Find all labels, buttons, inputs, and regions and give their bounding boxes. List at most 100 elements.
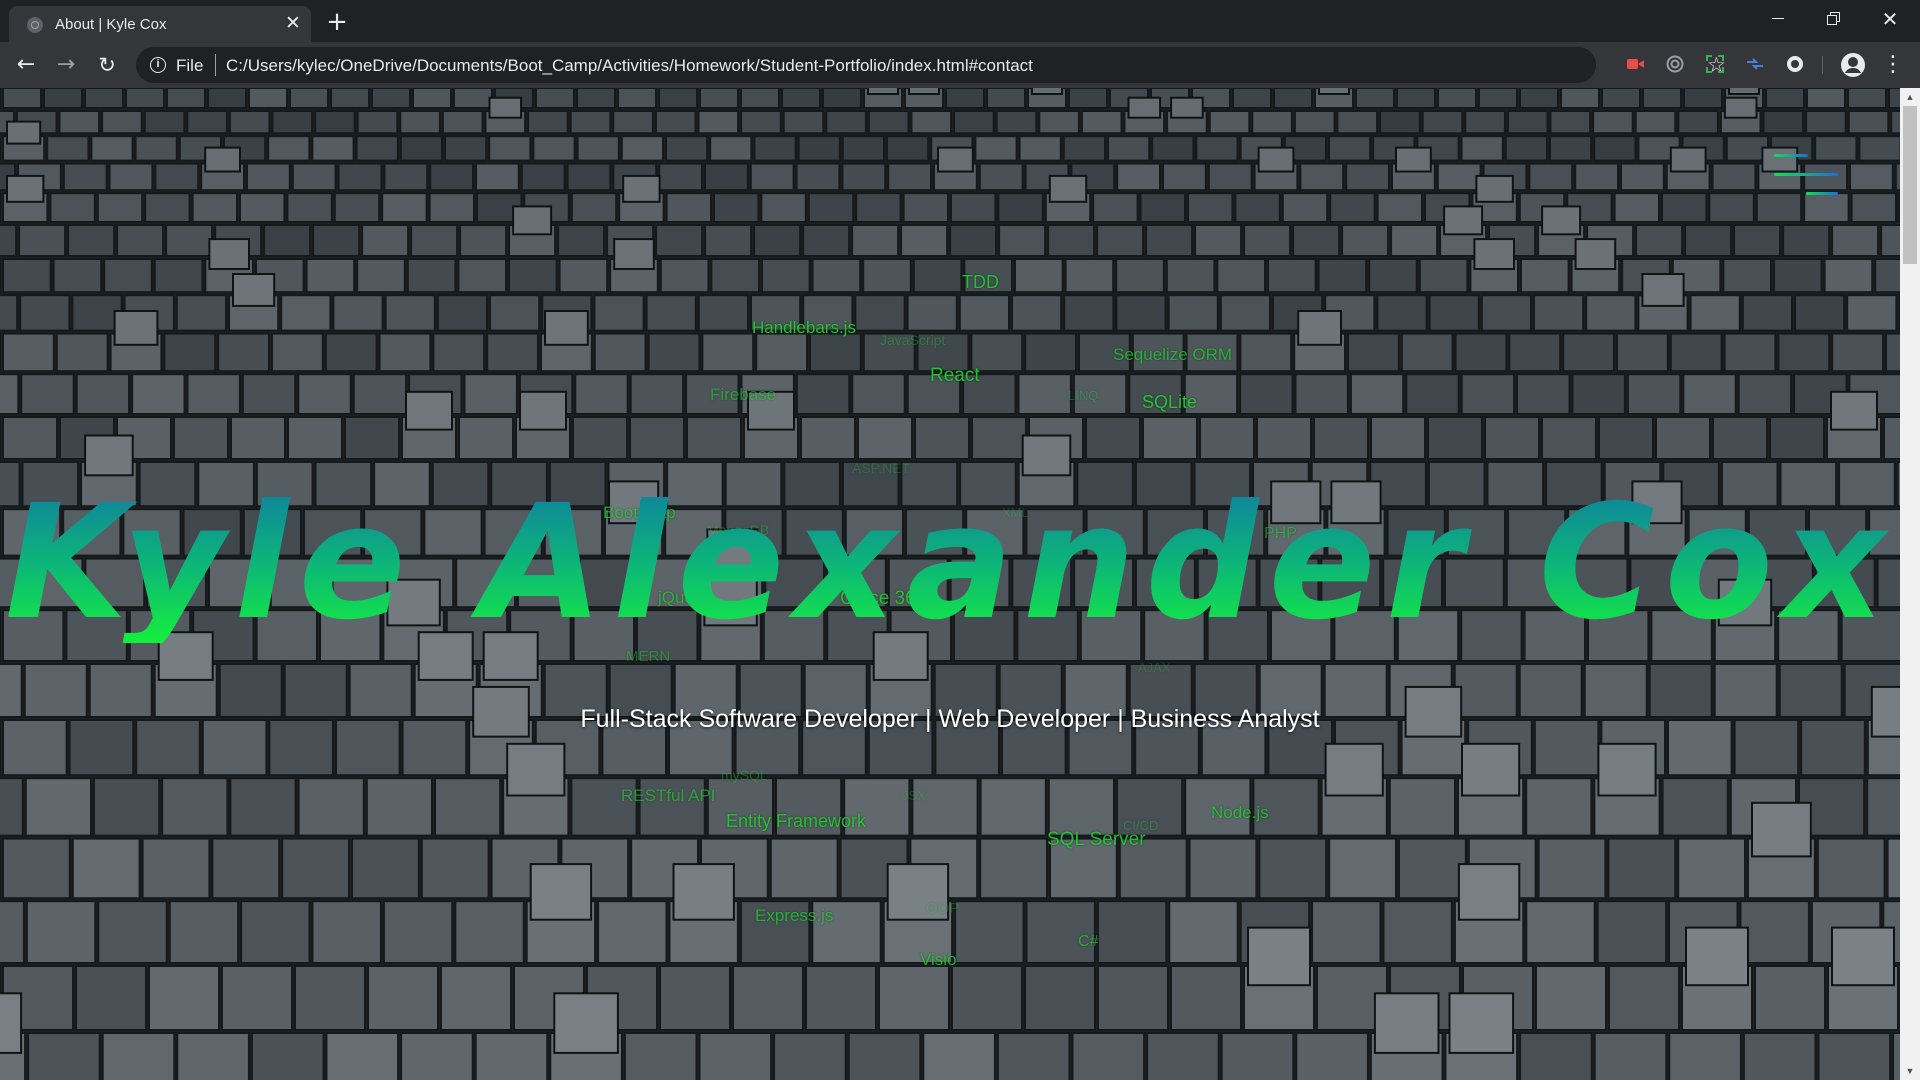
forward-button[interactable]: → xyxy=(50,49,82,81)
cube-tile xyxy=(950,192,997,223)
cube-tile xyxy=(2,837,71,900)
cube-tile xyxy=(1085,416,1141,460)
cube-tile xyxy=(1258,837,1328,900)
skill-tag: JSX xyxy=(902,788,926,803)
cube-tile xyxy=(1549,135,1593,162)
cube-tile xyxy=(1096,224,1145,257)
profile-avatar-icon[interactable] xyxy=(1840,52,1866,78)
cube-tile xyxy=(709,135,753,162)
browser-menu-icon[interactable]: ⋮ xyxy=(1882,51,1904,79)
cube-tile xyxy=(986,88,1026,109)
back-button[interactable]: ← xyxy=(10,49,42,81)
cube-tile xyxy=(1096,900,1168,965)
scroll-up-arrow[interactable]: ▲ xyxy=(1904,90,1916,104)
extension-screenshot-icon[interactable] xyxy=(1705,54,1725,74)
cube-tile xyxy=(241,373,297,416)
restore-button[interactable] xyxy=(1806,0,1862,38)
raised-cube xyxy=(1461,742,1521,797)
skill-tag: LINQ xyxy=(1068,388,1099,403)
cube-tile xyxy=(887,162,933,192)
raised-cube xyxy=(1373,992,1440,1054)
cube-tile xyxy=(1585,294,1637,332)
cube-tile xyxy=(1506,110,1549,135)
cube-tile xyxy=(1273,88,1313,109)
cube-tile xyxy=(953,110,995,135)
cube-tile xyxy=(1528,162,1574,192)
extension-headphones-icon[interactable] xyxy=(1665,54,1685,74)
reload-button[interactable]: ↻ xyxy=(91,49,123,81)
page-viewport: TDD Handlebars.js JavaScript Sequelize ORM R… xyxy=(0,88,1900,1080)
cube-tile xyxy=(1047,224,1096,257)
scrollbar-thumb[interactable] xyxy=(1903,106,1917,264)
cube-tile xyxy=(1207,162,1253,192)
cube-tile xyxy=(912,258,963,294)
cube-tile xyxy=(312,224,361,257)
tab-title: About | Kyle Cox xyxy=(55,16,167,33)
page-scrollbar[interactable]: ▲ ▼ xyxy=(1900,88,1920,1080)
cube-tile xyxy=(1313,416,1369,460)
cube-tile xyxy=(979,837,1049,900)
extension-video-icon[interactable] xyxy=(1625,54,1645,74)
cube-tile xyxy=(841,135,885,162)
skill-tag: Entity Framework xyxy=(726,811,867,831)
new-tab-button[interactable]: + xyxy=(323,8,351,36)
cube-tile xyxy=(263,224,312,257)
cube-tile xyxy=(474,1032,549,1080)
cube-tile xyxy=(1525,900,1596,965)
cube-tile xyxy=(1239,332,1293,373)
address-bar[interactable]: i File C:/Users/kylec/OneDrive/Documents… xyxy=(136,47,1726,83)
cube-tile xyxy=(1390,224,1439,257)
hamburger-menu-icon[interactable] xyxy=(1772,151,1842,201)
cube-tile xyxy=(1208,110,1251,135)
cube-tile xyxy=(797,135,841,162)
minimize-button[interactable] xyxy=(1750,0,1806,38)
cube-tile xyxy=(1806,88,1846,109)
cube-tile xyxy=(84,88,124,109)
extension-arrows-icon[interactable] xyxy=(1745,54,1765,74)
cube-tile xyxy=(911,777,979,837)
cube-tile xyxy=(566,162,612,192)
cube-tile xyxy=(769,837,839,900)
cube-tile xyxy=(620,135,664,162)
cube-tile xyxy=(1092,192,1139,223)
cube-tile xyxy=(951,965,1023,1031)
skill-tag: Express.js xyxy=(755,906,834,925)
cube-tile xyxy=(352,373,408,416)
cube-tile xyxy=(809,332,862,373)
cube-tile xyxy=(740,88,780,109)
raised-cube xyxy=(405,390,453,431)
cube-tile xyxy=(974,135,1018,162)
cube-tile xyxy=(1682,373,1737,416)
url-text[interactable]: C:/Users/kylec/OneDrive/Documents/Boot_C… xyxy=(226,56,1033,76)
cube-tile xyxy=(1608,965,1680,1031)
cube-tile xyxy=(527,110,569,135)
cube-tile xyxy=(458,416,514,460)
cube-tile xyxy=(1634,110,1677,135)
cube-tile xyxy=(1613,192,1660,223)
cube-tile xyxy=(995,110,1038,135)
cube-tile xyxy=(412,88,452,109)
cube-tile xyxy=(851,373,906,416)
cube-tile xyxy=(287,416,343,460)
cube-tile xyxy=(459,224,508,257)
cube-tile xyxy=(332,294,384,332)
cube-tile xyxy=(841,162,887,192)
cube-tile xyxy=(148,965,220,1031)
info-icon[interactable]: i xyxy=(150,57,166,73)
raised-cube xyxy=(113,310,159,346)
browser-tab[interactable]: About | Kyle Cox ✕ xyxy=(9,6,311,42)
cube-tile xyxy=(1187,192,1234,223)
cube-tile xyxy=(1598,416,1654,460)
cube-tile xyxy=(1571,373,1626,416)
tab-close-button[interactable]: ✕ xyxy=(281,12,305,36)
cube-tile xyxy=(704,224,753,257)
cube-tile xyxy=(1593,135,1637,162)
cube-tile xyxy=(20,373,75,416)
cube-tile xyxy=(713,192,760,223)
close-window-button[interactable]: ✕ xyxy=(1862,0,1918,38)
raised-cube xyxy=(1324,742,1384,797)
scroll-down-arrow[interactable]: ▼ xyxy=(1904,1064,1916,1078)
extension-circle-icon[interactable] xyxy=(1785,54,1805,74)
cube-tile xyxy=(704,162,749,192)
cube-tile xyxy=(997,192,1044,223)
